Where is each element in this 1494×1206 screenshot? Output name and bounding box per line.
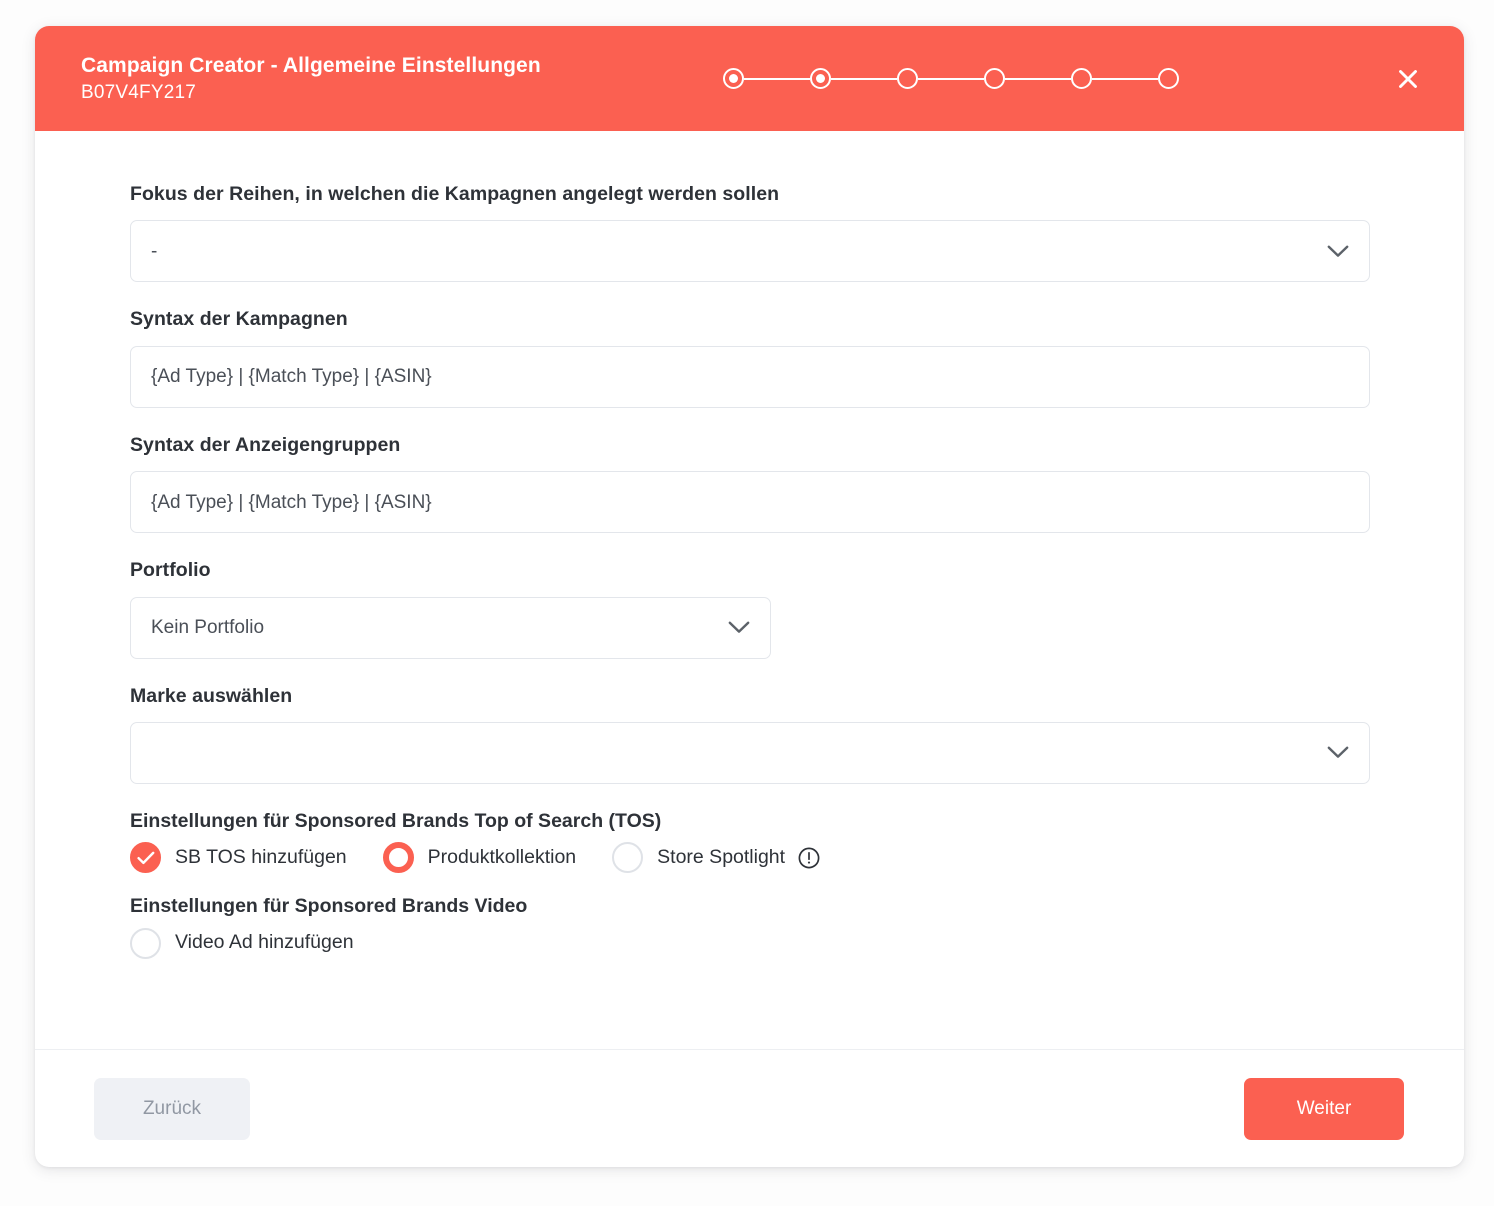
step-dot-2[interactable] xyxy=(810,68,831,89)
step-line-1 xyxy=(744,77,810,80)
field-campaign-syntax: Syntax der Kampagnen {Ad Type} | {Match … xyxy=(130,308,1370,408)
step-dot-3[interactable] xyxy=(897,68,918,89)
chevron-down-icon xyxy=(1327,245,1349,258)
option-label: Store Spotlight xyxy=(657,846,786,869)
campaign-syntax-label: Syntax der Kampagnen xyxy=(130,308,348,331)
field-adgroup-syntax: Syntax der Anzeigengruppen {Ad Type} | {… xyxy=(130,433,1370,534)
brand-select[interactable] xyxy=(130,721,1370,784)
step-dot-1[interactable] xyxy=(723,68,744,89)
step-group-5 xyxy=(1071,68,1158,89)
next-button[interactable]: Weiter xyxy=(1244,1077,1404,1140)
chevron-down-icon xyxy=(728,621,750,634)
step-line-3 xyxy=(918,77,984,80)
option-video-ad-hinzufuegen[interactable]: Video Ad hinzufügen xyxy=(130,927,354,959)
option-label: SB TOS hinzufügen xyxy=(175,846,347,869)
campaign-syntax-value: {Ad Type} | {Match Type} | {ASIN} xyxy=(151,367,432,387)
campaign-syntax-input[interactable]: {Ad Type} | {Match Type} | {ASIN} xyxy=(130,345,1370,408)
brand-label: Marke auswählen xyxy=(130,684,293,707)
step-group-6 xyxy=(1158,68,1179,89)
info-icon[interactable] xyxy=(797,846,821,870)
field-brand: Marke auswählen xyxy=(130,685,1370,784)
focus-rows-label: Fokus der Reihen, in welchen die Kampagn… xyxy=(130,183,780,205)
option-store-spotlight[interactable]: Store Spotlight xyxy=(612,842,821,874)
step-dot-5[interactable] xyxy=(1071,68,1092,89)
checkbox-checked-icon xyxy=(130,842,161,874)
header-title-block: Campaign Creator - Allgemeine Einstellun… xyxy=(81,54,701,104)
tos-options-row: SB TOS hinzufügen Produktkollektion Stor… xyxy=(130,842,1370,874)
option-sb-tos-hinzufuegen[interactable]: SB TOS hinzufügen xyxy=(130,842,347,874)
video-options-row: Video Ad hinzufügen xyxy=(130,927,1370,959)
campaign-creator-modal: Campaign Creator - Allgemeine Einstellun… xyxy=(35,26,1464,1167)
section-video: Einstellungen für Sponsored Brands Video… xyxy=(130,895,1370,959)
adgroup-syntax-input[interactable]: {Ad Type} | {Match Type} | {ASIN} xyxy=(130,471,1370,534)
step-group-1 xyxy=(723,68,810,89)
step-line-4 xyxy=(1005,77,1071,80)
step-line-2 xyxy=(831,77,897,80)
modal-footer: Zurück Weiter xyxy=(35,1049,1464,1167)
field-portfolio: Portfolio Kein Portfolio xyxy=(130,559,1370,659)
adgroup-syntax-label: Syntax der Anzeigengruppen xyxy=(130,433,401,456)
back-button[interactable]: Zurück xyxy=(94,1077,250,1140)
portfolio-label: Portfolio xyxy=(130,559,211,582)
field-focus-rows: Fokus der Reihen, in welchen die Kampagn… xyxy=(130,183,1370,283)
option-label: Produktkollektion xyxy=(427,846,577,869)
radio-unselected-icon xyxy=(612,842,644,874)
portfolio-value: Kein Portfolio xyxy=(151,618,265,638)
video-section-title: Einstellungen für Sponsored Brands Video xyxy=(130,895,528,918)
option-label: Video Ad hinzufügen xyxy=(175,931,354,954)
adgroup-syntax-value: {Ad Type} | {Match Type} | {ASIN} xyxy=(151,492,432,512)
option-produktkollektion[interactable]: Produktkollektion xyxy=(382,842,577,874)
tos-section-title: Einstellungen für Sponsored Brands Top o… xyxy=(130,809,662,832)
step-group-3 xyxy=(897,68,984,89)
modal-body: Fokus der Reihen, in welchen die Kampagn… xyxy=(35,131,1464,1049)
focus-rows-value: - xyxy=(151,241,158,261)
radio-selected-icon xyxy=(382,842,414,874)
chevron-down-icon xyxy=(1327,746,1349,759)
checkbox-unchecked-icon xyxy=(130,927,161,959)
portfolio-select[interactable]: Kein Portfolio xyxy=(130,596,771,659)
focus-rows-select[interactable]: - xyxy=(130,220,1370,283)
page-background: Campaign Creator - Allgemeine Einstellun… xyxy=(0,0,1494,1206)
page-title: Campaign Creator - Allgemeine Einstellun… xyxy=(81,53,541,77)
close-button[interactable] xyxy=(1386,57,1430,101)
wizard-stepper xyxy=(723,68,1179,89)
step-dot-4[interactable] xyxy=(984,68,1005,89)
step-group-2 xyxy=(810,68,897,89)
step-dot-6[interactable] xyxy=(1158,68,1179,89)
asin-subtitle: B07V4FY217 xyxy=(81,82,197,104)
step-line-5 xyxy=(1092,77,1158,80)
section-tos: Einstellungen für Sponsored Brands Top o… xyxy=(130,809,1370,874)
close-icon xyxy=(1395,66,1421,92)
step-group-4 xyxy=(984,68,1071,89)
modal-header: Campaign Creator - Allgemeine Einstellun… xyxy=(35,26,1464,131)
